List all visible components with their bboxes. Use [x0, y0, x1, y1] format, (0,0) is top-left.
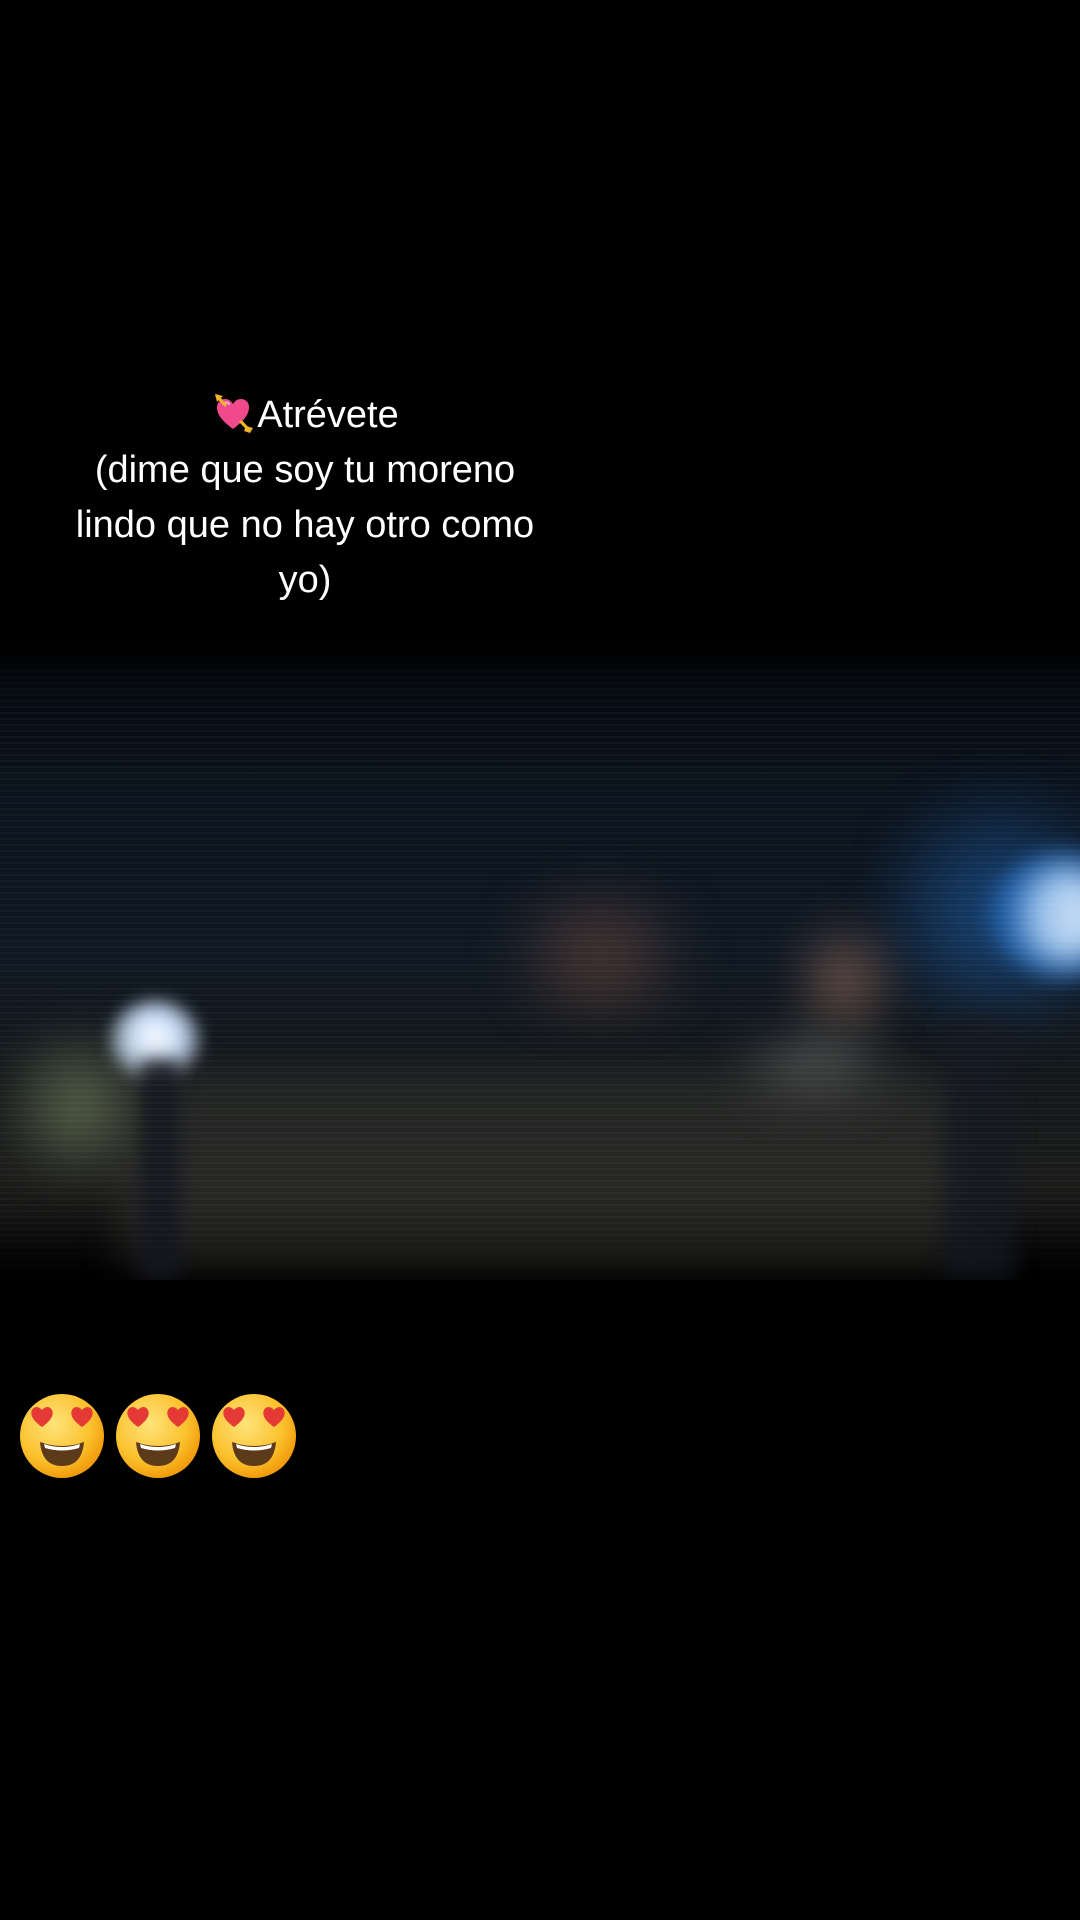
heart-eyes-emoji-icon [212, 1394, 296, 1478]
video-frame [0, 640, 1080, 1280]
caption-title: Atrévete [257, 394, 399, 436]
caption-line-4: yo) [278, 559, 332, 601]
caption-line-title: Atrévete [40, 388, 570, 443]
lyric-caption: Atrévete (dime que soy tu moreno lindo q… [40, 388, 570, 608]
caption-line-3: lindo que no hay otro como [75, 504, 535, 546]
heart-eyes-emoji-icon [116, 1394, 200, 1478]
caption-line-2: (dime que soy tu moreno [94, 449, 516, 491]
emoji-row [18, 1392, 298, 1480]
heart-eyes-emoji-icon [20, 1394, 104, 1478]
heart-with-arrow-icon [215, 394, 254, 433]
video-scanlines [0, 640, 1080, 1280]
video-screen[interactable]: Atrévete (dime que soy tu moreno lindo q… [0, 0, 1080, 1920]
